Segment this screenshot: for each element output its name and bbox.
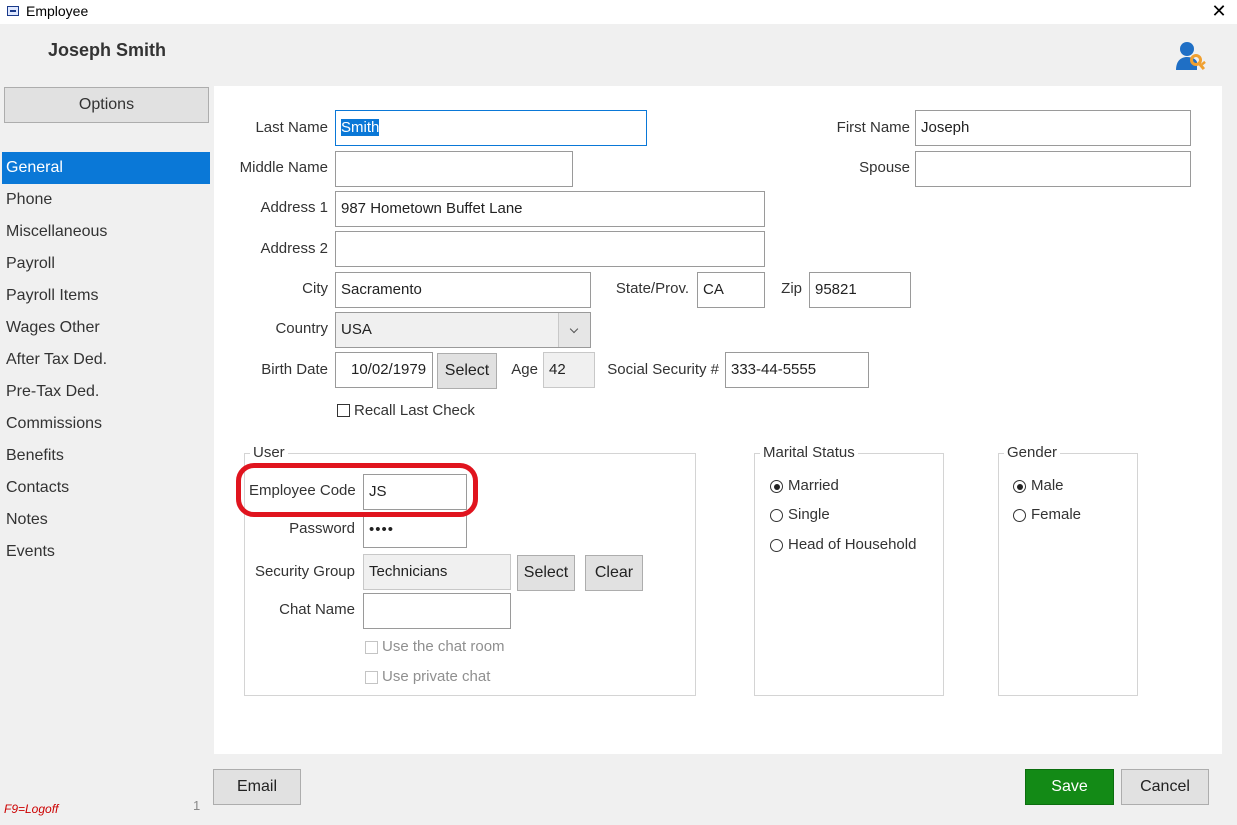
sidebar-item-commissions[interactable]: Commissions bbox=[2, 408, 210, 440]
middle-name-label: Middle Name bbox=[239, 159, 328, 176]
gender-female-label: Female bbox=[1031, 506, 1082, 523]
country-select[interactable]: USA bbox=[335, 312, 591, 348]
marital-head-of-household-label: Head of Household bbox=[788, 536, 917, 553]
birth-date-label: Birth Date bbox=[261, 361, 328, 378]
state-input[interactable]: CA bbox=[697, 272, 765, 308]
password-input[interactable]: •••• bbox=[363, 512, 467, 548]
marital-status-group: Marital Status Married Single Head of Ho… bbox=[754, 444, 944, 696]
sidebar-item-benefits[interactable]: Benefits bbox=[2, 440, 210, 472]
close-icon[interactable]: ✕ bbox=[1201, 0, 1237, 24]
birth-date-input[interactable]: 10/02/1979 bbox=[335, 352, 433, 388]
address2-input[interactable] bbox=[335, 231, 765, 267]
employee-name-heading: Joseph Smith bbox=[48, 40, 167, 60]
address2-label: Address 2 bbox=[260, 240, 328, 257]
marital-head-of-household-radio[interactable] bbox=[770, 539, 783, 552]
ssn-label: Social Security # bbox=[607, 361, 719, 378]
sidebar-item-contacts[interactable]: Contacts bbox=[2, 472, 210, 504]
title-bar: Employee ✕ bbox=[0, 0, 1237, 24]
gender-male-radio[interactable] bbox=[1013, 480, 1026, 493]
ssn-input[interactable]: 333-44-5555 bbox=[725, 352, 869, 388]
gender-male-label: Male bbox=[1031, 477, 1064, 494]
security-group-label: Security Group bbox=[254, 563, 355, 580]
spouse-input[interactable] bbox=[915, 151, 1191, 187]
cancel-button[interactable]: Cancel bbox=[1121, 769, 1209, 805]
security-group-clear-button[interactable]: Clear bbox=[585, 555, 643, 591]
city-input[interactable]: Sacramento bbox=[335, 272, 591, 308]
country-label: Country bbox=[275, 320, 328, 337]
marital-status-title: Marital Status bbox=[760, 444, 858, 461]
employee-code-input[interactable]: JS bbox=[363, 474, 467, 510]
password-label: Password bbox=[289, 520, 355, 537]
sidebar-item-payroll-items[interactable]: Payroll Items bbox=[2, 280, 210, 312]
sidebar-item-phone[interactable]: Phone bbox=[2, 184, 210, 216]
marital-married-label: Married bbox=[788, 477, 839, 494]
address1-label: Address 1 bbox=[260, 199, 328, 216]
zip-label: Zip bbox=[781, 280, 802, 297]
first-name-label: First Name bbox=[836, 119, 910, 136]
gender-title: Gender bbox=[1004, 444, 1061, 461]
age-field: 42 bbox=[543, 352, 595, 388]
use-private-chat-checkbox[interactable] bbox=[365, 671, 378, 684]
logoff-hint: F9=Logoff bbox=[4, 802, 59, 816]
first-name-input[interactable]: Joseph bbox=[915, 110, 1191, 146]
user-group-title: User bbox=[250, 444, 288, 461]
use-chat-room-checkbox[interactable] bbox=[365, 641, 378, 654]
sidebar-nav: General Phone Miscellaneous Payroll Payr… bbox=[2, 152, 210, 568]
age-label: Age bbox=[511, 361, 538, 378]
spouse-label: Spouse bbox=[859, 159, 910, 176]
save-button[interactable]: Save bbox=[1025, 769, 1114, 805]
sidebar-item-payroll[interactable]: Payroll bbox=[2, 248, 210, 280]
recall-last-check-label: Recall Last Check bbox=[354, 402, 475, 419]
zip-input[interactable]: 95821 bbox=[809, 272, 911, 308]
page-number: 1 bbox=[193, 798, 201, 813]
chevron-down-icon[interactable] bbox=[558, 313, 590, 347]
security-group-select-button[interactable]: Select bbox=[517, 555, 575, 591]
options-button[interactable]: Options bbox=[4, 87, 209, 123]
sidebar-item-after-tax-ded[interactable]: After Tax Ded. bbox=[2, 344, 210, 376]
marital-married-radio[interactable] bbox=[770, 480, 783, 493]
window-icon bbox=[7, 6, 19, 16]
birth-date-select-button[interactable]: Select bbox=[437, 353, 497, 389]
general-panel: Last Name Smith First Name Joseph Middle… bbox=[214, 86, 1222, 754]
user-key-icon[interactable] bbox=[1174, 40, 1206, 72]
sidebar-item-notes[interactable]: Notes bbox=[2, 504, 210, 536]
recall-last-check-checkbox[interactable] bbox=[337, 404, 350, 417]
gender-female-radio[interactable] bbox=[1013, 509, 1026, 522]
email-button[interactable]: Email bbox=[213, 769, 301, 805]
window-title: Employee bbox=[26, 3, 89, 19]
last-name-label: Last Name bbox=[255, 119, 328, 136]
state-label: State/Prov. bbox=[615, 280, 689, 297]
sidebar-item-pre-tax-ded[interactable]: Pre-Tax Ded. bbox=[2, 376, 210, 408]
employee-code-label: Employee Code bbox=[249, 482, 356, 499]
chat-name-input[interactable] bbox=[363, 593, 511, 629]
user-group: User Employee Code JS Password •••• Secu… bbox=[244, 444, 696, 696]
sidebar-item-miscellaneous[interactable]: Miscellaneous bbox=[2, 216, 210, 248]
security-group-field: Technicians bbox=[363, 554, 511, 590]
chat-name-label: Chat Name bbox=[279, 601, 355, 618]
address1-input[interactable]: 987 Hometown Buffet Lane bbox=[335, 191, 765, 227]
city-label: City bbox=[302, 280, 328, 297]
marital-single-radio[interactable] bbox=[770, 509, 783, 522]
middle-name-input[interactable] bbox=[335, 151, 573, 187]
sidebar-item-wages-other[interactable]: Wages Other bbox=[2, 312, 210, 344]
sidebar-item-events[interactable]: Events bbox=[2, 536, 210, 568]
gender-group: Gender Male Female bbox=[998, 444, 1138, 696]
use-private-chat-label: Use private chat bbox=[382, 668, 491, 685]
last-name-input[interactable]: Smith bbox=[335, 110, 647, 146]
sidebar-item-general[interactable]: General bbox=[2, 152, 210, 184]
marital-single-label: Single bbox=[788, 506, 830, 523]
employee-window: Joseph Smith Options General Phone Misce… bbox=[2, 24, 1235, 823]
use-chat-room-label: Use the chat room bbox=[382, 638, 505, 655]
